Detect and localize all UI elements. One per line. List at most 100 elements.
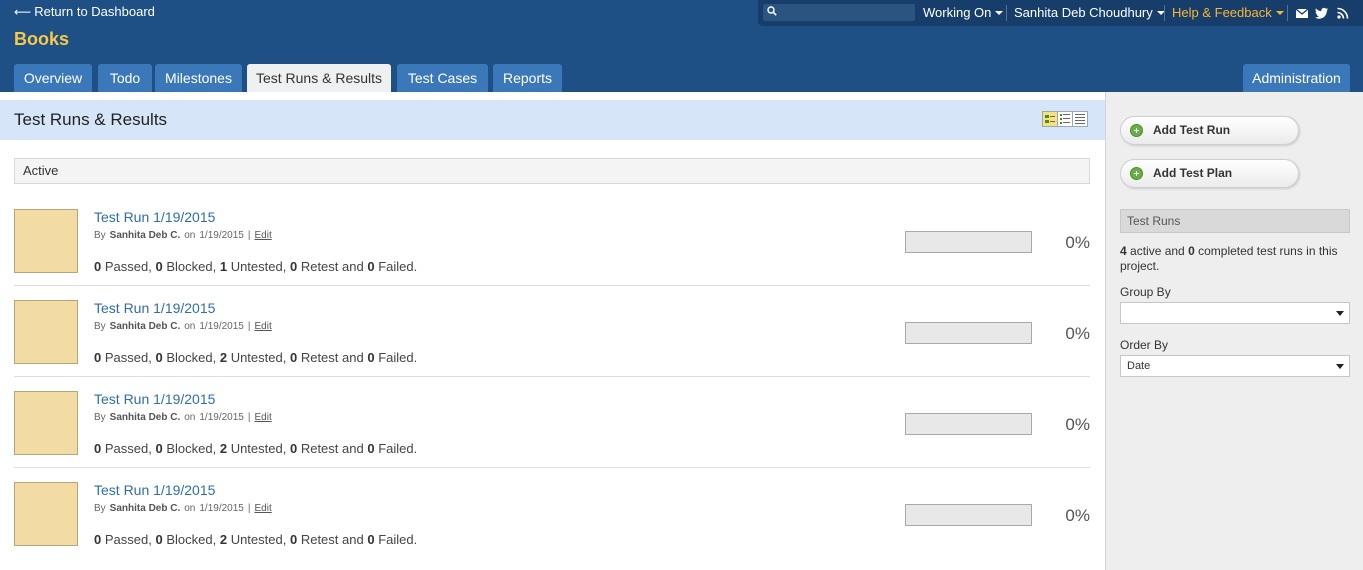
- add-test-plan-label: Add Test Plan: [1153, 166, 1233, 180]
- page-title-bar: Test Runs & Results: [0, 100, 1105, 140]
- passed-count: 0: [94, 259, 102, 274]
- list-view-icon[interactable]: [1072, 111, 1088, 127]
- chevron-down-icon: [1275, 11, 1284, 15]
- divider: [1006, 5, 1007, 21]
- edit-link[interactable]: Edit: [254, 503, 271, 514]
- add-test-plan-button[interactable]: Add Test Plan: [1120, 159, 1299, 188]
- run-thumbnail: [14, 300, 78, 364]
- chevron-down-icon: [1336, 311, 1344, 316]
- run-author: Sanhita Deb C.: [109, 321, 181, 332]
- help-feedback-menu[interactable]: Help & Feedback: [1172, 5, 1284, 20]
- tab-milestones[interactable]: Milestones: [155, 64, 242, 92]
- tab-reports[interactable]: Reports: [493, 64, 562, 92]
- retest-count: 0: [289, 441, 298, 456]
- edit-link[interactable]: Edit: [254, 321, 271, 332]
- run-meta: By Sanhita Deb C. on 1/19/2015 | Edit: [94, 230, 272, 241]
- test-run-link[interactable]: Test Run 1/19/2015: [94, 482, 215, 498]
- order-by-label: Order By: [1120, 338, 1169, 352]
- blocked-label: Blocked,: [166, 259, 217, 274]
- add-test-run-button[interactable]: Add Test Run: [1120, 116, 1299, 145]
- tab-administration[interactable]: Administration: [1243, 64, 1350, 92]
- untested-label: Untested,: [230, 259, 287, 274]
- rss-icon[interactable]: [1336, 6, 1350, 20]
- run-thumbnail: [14, 209, 78, 273]
- sidebar-section-test-runs: Test Runs: [1120, 209, 1350, 233]
- run-stats: 0 Passed, 0 Blocked, 2 Untested, 0 Retes…: [94, 350, 417, 365]
- by-label: By: [94, 503, 106, 514]
- separator: |: [247, 321, 251, 332]
- add-circle-icon: [1130, 124, 1143, 137]
- edit-link[interactable]: Edit: [254, 412, 271, 423]
- run-meta: By Sanhita Deb C. on 1/19/2015 | Edit: [94, 321, 272, 332]
- untested-label: Untested,: [230, 532, 287, 547]
- run-author: Sanhita Deb C.: [109, 412, 181, 423]
- working-on-label: Working On: [923, 5, 992, 20]
- compact-view-icon[interactable]: [1042, 111, 1058, 127]
- return-to-dashboard-link[interactable]: ⟵ Return to Dashboard: [14, 4, 155, 19]
- blocked-count: 0: [155, 532, 163, 547]
- passed-count: 0: [94, 441, 102, 456]
- progress-bar: [905, 504, 1032, 526]
- by-label: By: [94, 412, 106, 423]
- failed-count: 0: [367, 350, 375, 365]
- top-user-bar: Working On Sanhita Deb Choudhury Help & …: [758, 0, 1363, 26]
- retest-label: Retest and: [300, 441, 364, 456]
- group-by-select[interactable]: [1120, 302, 1350, 324]
- retest-label: Retest and: [300, 259, 364, 274]
- passed-label: Passed,: [104, 441, 152, 456]
- edit-link[interactable]: Edit: [254, 230, 271, 241]
- twitter-icon[interactable]: [1315, 6, 1329, 20]
- active-text: active and: [1130, 244, 1185, 258]
- passed-label: Passed,: [104, 532, 152, 547]
- progress-percent: 0%: [1065, 324, 1090, 343]
- by-label: By: [94, 230, 106, 241]
- by-label: By: [94, 321, 106, 332]
- run-date: 1/19/2015: [199, 503, 244, 514]
- failed-label: Failed.: [378, 441, 418, 456]
- untested-count: 2: [219, 441, 228, 456]
- add-test-run-label: Add Test Run: [1153, 123, 1231, 137]
- test-run-link[interactable]: Test Run 1/19/2015: [94, 209, 215, 225]
- project-title[interactable]: Books: [14, 29, 69, 50]
- search-icon: [767, 6, 777, 16]
- list-item: Test Run 1/19/2015 By Sanhita Deb C. on …: [14, 468, 1090, 559]
- blocked-count: 0: [155, 350, 163, 365]
- group-by-label: Group By: [1120, 285, 1171, 299]
- run-stats: 0 Passed, 0 Blocked, 2 Untested, 0 Retes…: [94, 532, 417, 547]
- blocked-label: Blocked,: [166, 350, 217, 365]
- run-date: 1/19/2015: [199, 412, 244, 423]
- group-header-active: Active: [14, 158, 1090, 184]
- search-input[interactable]: [763, 4, 915, 21]
- chevron-down-icon: [995, 11, 1004, 15]
- list-item: Test Run 1/19/2015 By Sanhita Deb C. on …: [14, 286, 1090, 377]
- on-label: on: [184, 412, 196, 423]
- mail-icon[interactable]: [1295, 6, 1309, 20]
- failed-count: 0: [367, 259, 375, 274]
- run-date: 1/19/2015: [199, 230, 244, 241]
- run-thumbnail: [14, 482, 78, 546]
- detailed-view-icon[interactable]: [1057, 111, 1073, 127]
- test-run-link[interactable]: Test Run 1/19/2015: [94, 300, 215, 316]
- progress-bar: [905, 322, 1032, 344]
- blocked-count: 0: [155, 441, 163, 456]
- user-name-label: Sanhita Deb Choudhury: [1014, 5, 1153, 20]
- order-by-select[interactable]: Date: [1120, 355, 1350, 377]
- progress-bar: [905, 413, 1032, 435]
- run-thumbnail: [14, 391, 78, 455]
- tab-todo[interactable]: Todo: [98, 64, 152, 92]
- run-meta: By Sanhita Deb C. on 1/19/2015 | Edit: [94, 503, 272, 514]
- retest-count: 0: [289, 350, 298, 365]
- divider: [1164, 5, 1165, 21]
- progress-percent: 0%: [1065, 415, 1090, 434]
- test-run-link[interactable]: Test Run 1/19/2015: [94, 391, 215, 407]
- tab-overview[interactable]: Overview: [14, 64, 92, 92]
- run-author: Sanhita Deb C.: [109, 503, 181, 514]
- passed-label: Passed,: [104, 259, 152, 274]
- tab-test-cases[interactable]: Test Cases: [397, 64, 488, 92]
- divider: [1287, 5, 1288, 21]
- user-menu[interactable]: Sanhita Deb Choudhury: [1014, 5, 1165, 20]
- progress-percent: 0%: [1065, 506, 1090, 525]
- view-toggle: [1042, 111, 1088, 127]
- tab-test-runs-results[interactable]: Test Runs & Results: [247, 64, 391, 92]
- working-on-menu[interactable]: Working On: [923, 5, 1004, 20]
